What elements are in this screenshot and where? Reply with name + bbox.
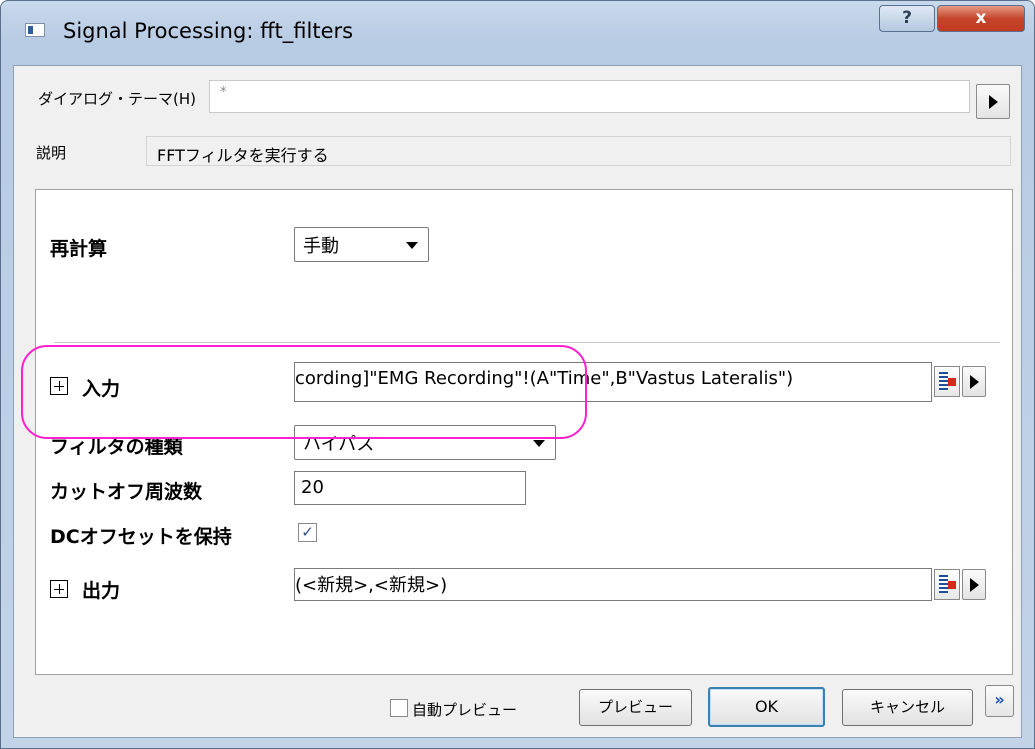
- close-button[interactable]: x: [937, 5, 1025, 32]
- recalc-dropdown[interactable]: 手動: [294, 227, 429, 262]
- chevron-down-icon: [406, 241, 418, 249]
- cancel-button[interactable]: キャンセル: [842, 689, 973, 726]
- auto-preview-label: 自動プレビュー: [412, 701, 518, 719]
- dc-offset-label: DCオフセットを保持: [50, 526, 232, 548]
- description-label: 説明: [36, 144, 67, 162]
- highlight-annotation: [21, 345, 587, 439]
- output-label: 出力: [82, 580, 121, 602]
- cutoff-field[interactable]: 20: [294, 471, 526, 505]
- input-menu-arrow-button[interactable]: [962, 366, 986, 397]
- title-bar[interactable]: Signal Processing: fft_filters ? x: [1, 1, 1034, 43]
- output-menu-arrow-button[interactable]: [962, 569, 986, 600]
- ok-button[interactable]: OK: [708, 687, 825, 727]
- theme-value: *: [220, 85, 227, 100]
- app-icon: [25, 23, 45, 37]
- output-expand-icon[interactable]: [50, 580, 68, 598]
- output-range-field[interactable]: (<新規>,<新規>): [294, 568, 932, 601]
- recalc-value: 手動: [303, 236, 339, 257]
- theme-menu-arrow-button[interactable]: [976, 84, 1010, 119]
- cutoff-label: カットオフ周波数: [50, 481, 203, 503]
- window-title: Signal Processing: fft_filters: [63, 19, 354, 43]
- theme-combo[interactable]: *: [209, 80, 970, 113]
- auto-preview-checkbox[interactable]: [390, 699, 408, 717]
- preview-button[interactable]: プレビュー: [579, 689, 692, 726]
- theme-label: ダイアログ・テーマ(H): [38, 90, 196, 108]
- input-select-range-icon[interactable]: [934, 366, 960, 397]
- expand-dialog-button[interactable]: »: [985, 685, 1014, 717]
- output-select-range-icon[interactable]: [934, 569, 960, 600]
- separator: [54, 342, 1000, 343]
- help-button[interactable]: ?: [879, 5, 935, 32]
- chevron-down-icon: [533, 439, 545, 447]
- recalc-label: 再計算: [50, 238, 108, 260]
- description-field: FFTフィルタを実行する: [146, 136, 1011, 166]
- dc-offset-checkbox[interactable]: ✓: [298, 523, 317, 542]
